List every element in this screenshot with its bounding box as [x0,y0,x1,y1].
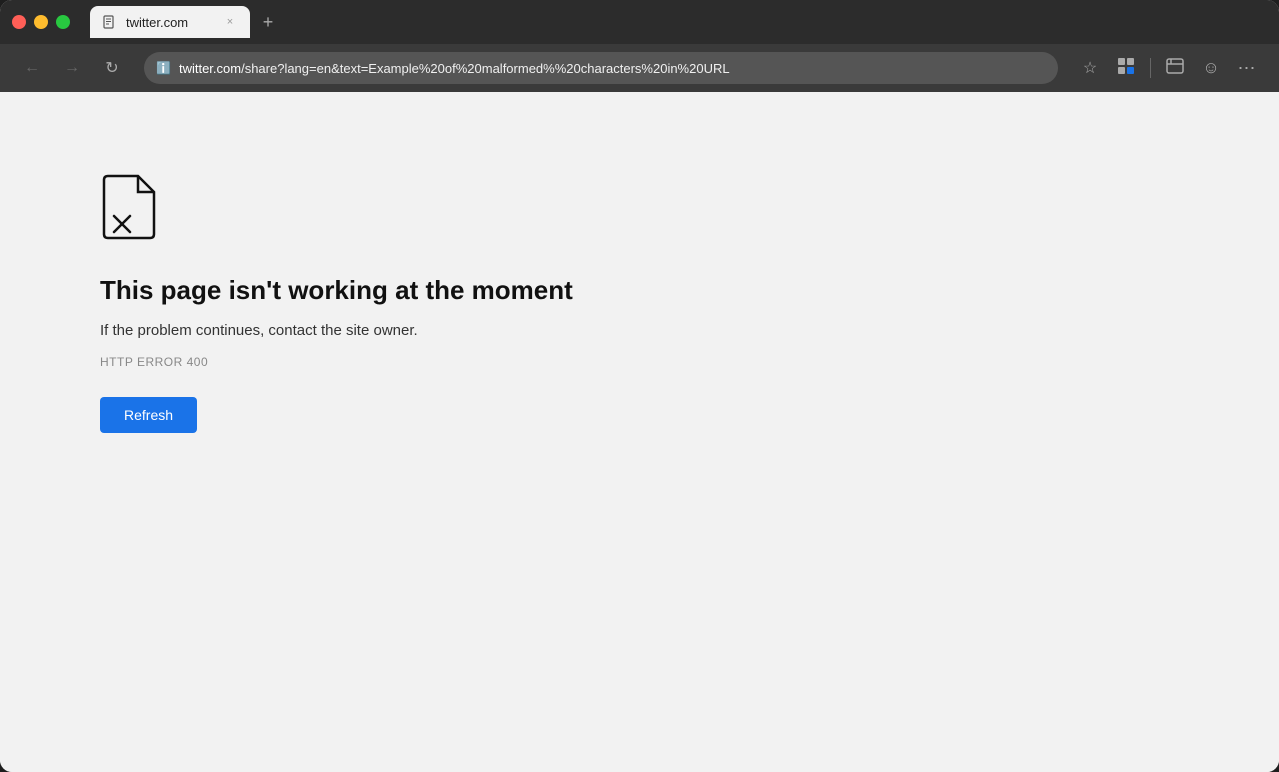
emoji-icon: ☺ [1202,58,1219,78]
more-icon: ⋯ [1238,58,1257,79]
nav-divider [1150,58,1151,78]
address-bar[interactable]: ℹ️ twitter.com/share?lang=en&text=Exampl… [144,52,1058,84]
error-icon [100,172,160,247]
forward-icon: → [64,59,80,77]
tab-title: twitter.com [126,15,214,30]
tab-close-button[interactable]: × [222,14,238,30]
adblock-icon [1165,56,1185,81]
error-heading: This page isn't working at the moment [100,275,573,306]
nav-bar: ← → ↻ ℹ️ twitter.com/share?lang=en&text=… [0,44,1279,92]
new-tab-button[interactable]: + [254,8,282,36]
refresh-button[interactable]: Refresh [100,397,197,433]
address-bar-url: twitter.com/share?lang=en&text=Example%2… [179,61,1046,76]
url-path: /share?lang=en&text=Example%20of%20malfo… [241,61,730,76]
bookmark-button[interactable]: ☆ [1074,52,1106,84]
back-button[interactable]: ← [16,52,48,84]
traffic-lights [12,15,70,29]
back-icon: ← [24,59,40,77]
maximize-button[interactable] [56,15,70,29]
reload-icon: ↻ [105,58,118,78]
tab-favicon-icon [102,14,118,30]
page-content: This page isn't working at the moment If… [0,92,1279,772]
title-bar: twitter.com × + [0,0,1279,44]
browser-window: twitter.com × + ← → ↻ ℹ️ twitter.com/sha… [0,0,1279,772]
adblock-button[interactable] [1159,52,1191,84]
tab-bar: twitter.com × + [90,6,1267,38]
error-code: HTTP ERROR 400 [100,355,208,369]
minimize-button[interactable] [34,15,48,29]
active-tab[interactable]: twitter.com × [90,6,250,38]
security-icon: ℹ️ [156,61,171,75]
more-button[interactable]: ⋯ [1231,52,1263,84]
extensions-button[interactable] [1110,52,1142,84]
nav-actions: ☆ [1074,52,1263,84]
close-button[interactable] [12,15,26,29]
bookmark-icon: ☆ [1083,58,1097,78]
reload-button[interactable]: ↻ [96,52,128,84]
forward-button[interactable]: → [56,52,88,84]
extensions-icon [1116,56,1136,81]
error-description: If the problem continues, contact the si… [100,322,418,339]
url-domain: twitter.com [179,61,241,76]
emoji-button[interactable]: ☺ [1195,52,1227,84]
